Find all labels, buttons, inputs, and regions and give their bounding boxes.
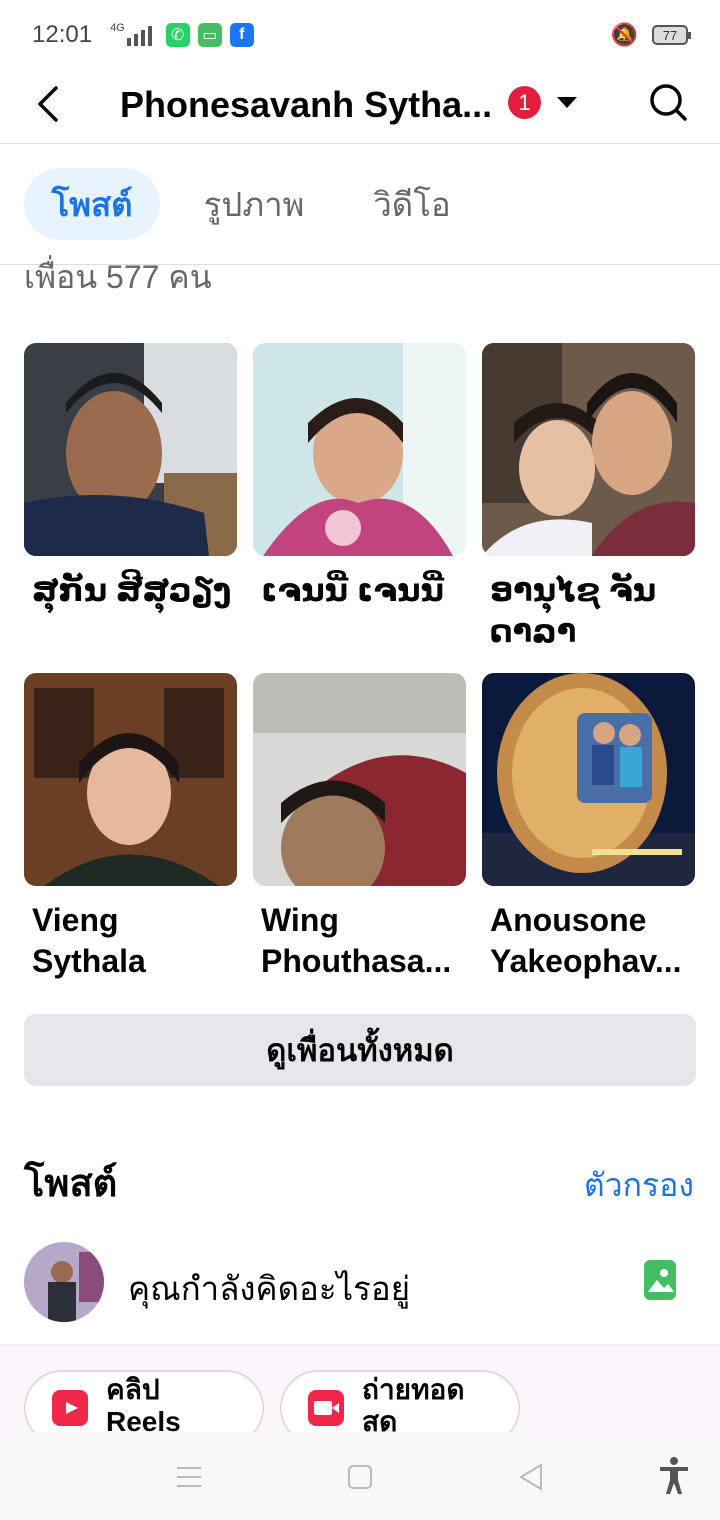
back-nav-icon[interactable] xyxy=(517,1462,545,1492)
post-composer[interactable]: คุณกำลังคิดอะไรอยู่ xyxy=(0,1240,720,1344)
tab-photos[interactable]: รูปภาพ xyxy=(180,168,328,240)
signal-icon xyxy=(126,24,152,46)
friend-name-line2: Sythala xyxy=(32,943,146,979)
friend-card[interactable]: Anousone Yakeophav... xyxy=(482,673,695,982)
message-icon: ▭ xyxy=(197,23,222,47)
whatsapp-icon: ✆ xyxy=(165,23,190,47)
photo-icon[interactable] xyxy=(644,1260,676,1300)
system-nav-bar xyxy=(0,1432,720,1520)
friend-name[interactable]: Wing Phouthasa... xyxy=(253,900,466,982)
see-all-friends-button[interactable]: ดูเพื่อนทั้งหมด xyxy=(24,1014,696,1086)
friends-count: เพื่อน 577 คน xyxy=(24,259,212,292)
reels-label: คลิป xyxy=(106,1374,160,1405)
friend-photo[interactable] xyxy=(253,673,466,886)
reels-button[interactable]: คลิป Reels xyxy=(24,1370,264,1436)
app-bar: Phonesavanh Sytha... 1 xyxy=(0,70,720,144)
friend-card[interactable]: ສຸກັນ ສີສຸວຽງ xyxy=(24,343,237,611)
friend-card[interactable]: Wing Phouthasa... xyxy=(253,673,466,982)
friend-photo[interactable] xyxy=(24,343,237,556)
notification-badge: 1 xyxy=(508,86,541,119)
friend-photo[interactable] xyxy=(482,673,695,886)
friend-photo[interactable] xyxy=(24,673,237,886)
live-label: ถ่ายทอด xyxy=(362,1374,465,1405)
filter-button[interactable]: ตัวกรอง xyxy=(584,1160,694,1211)
friend-name[interactable]: Anousone Yakeophav... xyxy=(482,900,695,982)
friend-name[interactable]: ອານຸໄຊ ຈັນ ດາລາ xyxy=(482,570,695,652)
friend-name-line1: Anousone xyxy=(490,902,647,938)
friend-name-line2: Yakeophav... xyxy=(490,943,682,979)
friend-name[interactable]: Vieng Sythala xyxy=(24,900,237,982)
menu-icon[interactable] xyxy=(175,1464,203,1490)
battery-icon: 77 xyxy=(652,25,691,45)
mute-vibrate-icon: 🔕 xyxy=(610,22,638,47)
facebook-icon: f xyxy=(229,23,254,47)
create-chips: คลิป Reels ถ่ายทอด สด xyxy=(0,1346,720,1436)
friend-card[interactable]: ເຈນນີ່ ເຈນນີ່ xyxy=(253,343,466,611)
friend-name-line1: Vieng xyxy=(32,902,119,938)
friend-card[interactable]: Vieng Sythala xyxy=(24,673,237,982)
friend-name[interactable]: ສຸກັນ ສີສຸວຽງ xyxy=(24,570,237,611)
friend-name-line2: Phouthasa... xyxy=(261,943,452,979)
friend-photo[interactable] xyxy=(482,343,695,556)
posts-heading: โพสต์ xyxy=(24,1163,118,1205)
avatar[interactable] xyxy=(24,1242,104,1322)
search-icon[interactable] xyxy=(648,82,688,122)
status-bar: 12:01 4G ✆ ▭ f 🔕 77 xyxy=(0,0,720,70)
live-button[interactable]: ถ่ายทอด สด xyxy=(280,1370,520,1436)
friend-name[interactable]: ເຈນນີ່ ເຈນນີ່ xyxy=(253,570,466,611)
tab-posts[interactable]: โพสต์ xyxy=(24,168,160,240)
reels-icon xyxy=(52,1390,88,1426)
friend-name-line1: Wing xyxy=(261,902,339,938)
network-type: 4G xyxy=(110,22,125,34)
friend-card[interactable]: ອານຸໄຊ ຈັນ ດາລາ xyxy=(482,343,695,652)
accessibility-icon[interactable] xyxy=(657,1456,691,1496)
home-icon[interactable] xyxy=(347,1464,373,1490)
status-time: 12:01 xyxy=(32,21,93,48)
composer-placeholder[interactable]: คุณกำลังคิดอะไรอยู่ xyxy=(128,1262,410,1315)
live-video-icon xyxy=(308,1390,344,1426)
tab-videos[interactable]: วิดีโอ xyxy=(350,168,474,240)
back-arrow-icon[interactable] xyxy=(30,84,70,124)
chevron-down-icon[interactable] xyxy=(557,97,577,108)
page-title[interactable]: Phonesavanh Sytha... xyxy=(120,84,500,126)
profile-tabs: โพสต์ รูปภาพ วิดีโอ xyxy=(0,145,720,265)
friend-photo[interactable] xyxy=(253,343,466,556)
battery-level: 77 xyxy=(662,27,678,43)
